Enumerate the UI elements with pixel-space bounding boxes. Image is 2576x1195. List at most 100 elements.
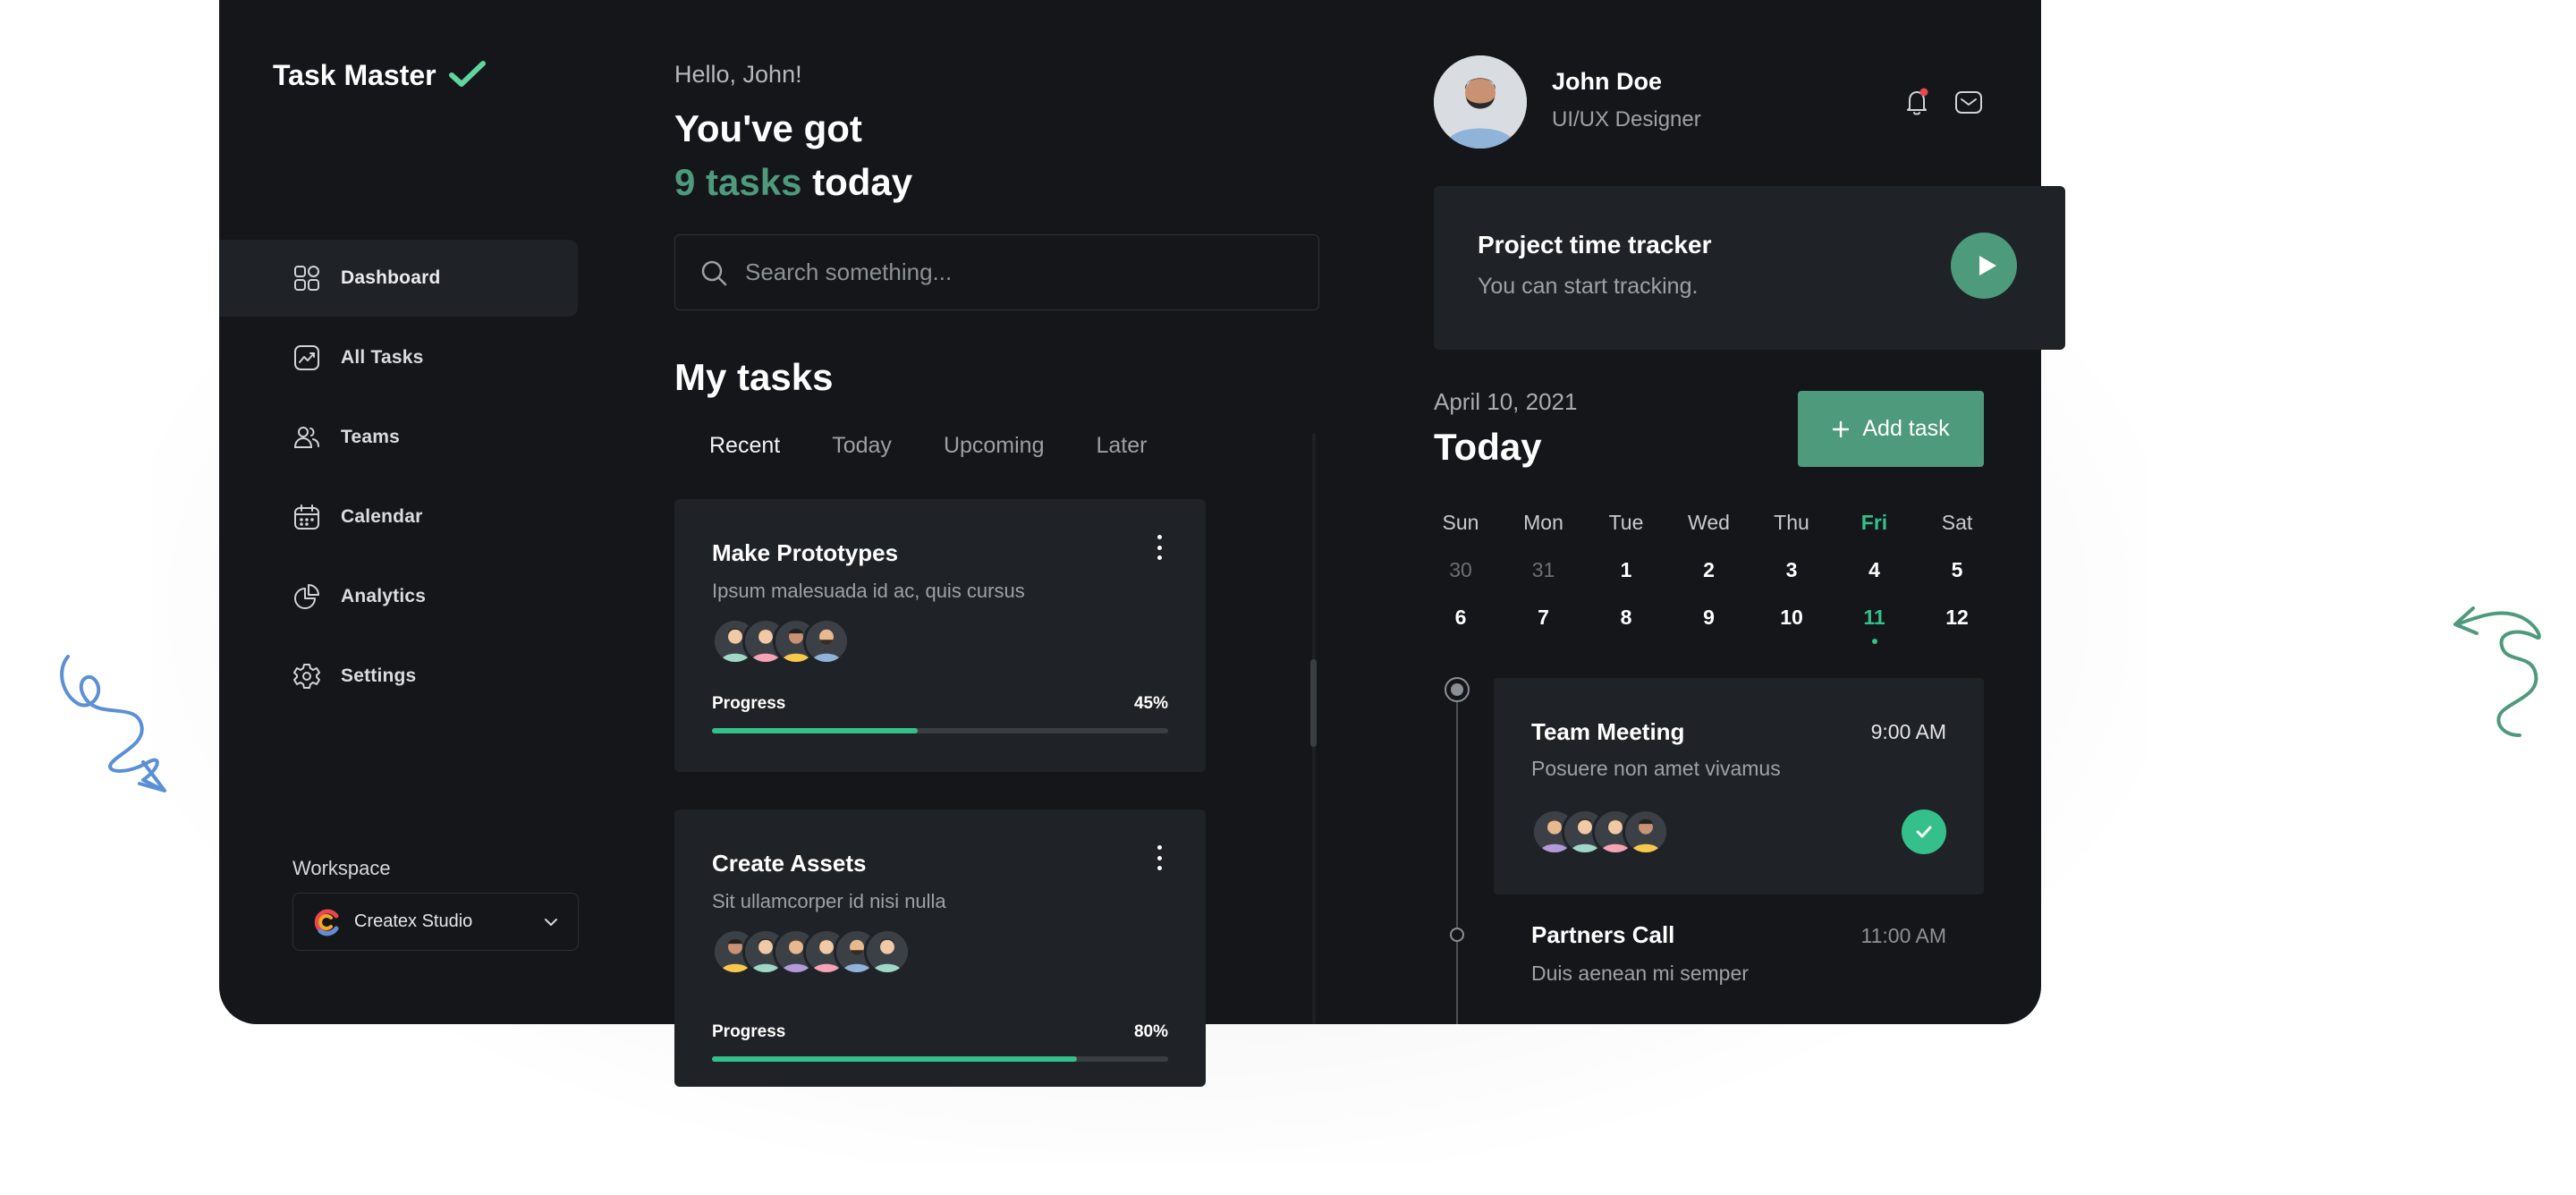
sidebar-item-analytics[interactable]: Analytics — [219, 558, 578, 635]
sidebar-item-label: Calendar — [341, 506, 423, 527]
timeline-marker — [1450, 928, 1464, 942]
calendar-day[interactable]: 12 — [1930, 603, 1984, 650]
dashboard-grid-icon — [292, 264, 321, 292]
calendar-day[interactable]: 1 — [1599, 555, 1653, 603]
profile-name: John Doe — [1552, 68, 1663, 95]
mail-icon[interactable] — [1953, 86, 1985, 118]
squiggle-arrow-right-decoration — [2453, 606, 2541, 737]
week-calendar: Sun Mon Tue Wed Thu Fri Sat 30 31 1 2 3 … — [1434, 508, 1984, 650]
calendar-day[interactable]: 30 — [1434, 555, 1487, 603]
sidebar-item-calendar[interactable]: Calendar — [219, 479, 578, 555]
avatar — [864, 928, 911, 975]
add-task-button[interactable]: Add task — [1798, 391, 1984, 467]
check-logo-icon — [448, 60, 486, 87]
task-description: Sit ullamcorper id nisi nulla — [712, 890, 946, 912]
sidebar-item-teams[interactable]: Teams — [219, 399, 578, 476]
plus-icon — [1833, 420, 1850, 437]
event-description: Duis aenean mi semper — [1531, 962, 1749, 985]
calendar-day[interactable]: 2 — [1682, 555, 1736, 603]
avatar — [803, 618, 850, 665]
today-heading: Today — [1434, 426, 1542, 468]
sidebar-item-label: Dashboard — [341, 267, 441, 288]
calendar-day[interactable]: 8 — [1599, 603, 1653, 650]
tab-later[interactable]: Later — [1097, 433, 1148, 459]
event-time: 9:00 AM — [1870, 720, 1946, 743]
calendar-day[interactable]: 3 — [1765, 555, 1818, 603]
users-icon — [292, 423, 321, 452]
sidebar-item-all-tasks[interactable]: All Tasks — [219, 319, 578, 396]
calendar-day[interactable]: 4 — [1848, 555, 1902, 603]
workspace-label: Workspace — [292, 857, 391, 879]
add-task-label: Add task — [1862, 416, 1950, 441]
tab-upcoming[interactable]: Upcoming — [944, 433, 1045, 459]
weekday-label-selected: Fri — [1860, 511, 1888, 534]
weekday-label: Mon — [1523, 511, 1563, 534]
avatar — [1623, 809, 1669, 855]
headline-line-1: You've got — [674, 107, 862, 149]
event-title: Team Meeting — [1531, 718, 1685, 745]
calendar-day[interactable]: 5 — [1930, 555, 1984, 603]
progress-value: 80% — [1133, 1022, 1168, 1041]
search-icon — [701, 260, 727, 285]
task-description: Ipsum malesuada id ac, quis cursus — [712, 580, 1025, 602]
sidebar-item-settings[interactable]: Settings — [219, 638, 578, 715]
start-tracking-button[interactable] — [1951, 233, 2017, 299]
week-row: 30 31 1 2 3 4 5 — [1434, 555, 1984, 603]
app-logo: Task Master — [273, 59, 487, 92]
calendar-day[interactable]: 6 — [1434, 603, 1487, 650]
event-description: Posuere non amet vivamus — [1531, 757, 1781, 780]
calendar-day[interactable]: 9 — [1682, 603, 1736, 650]
time-tracker-card: Project time tracker You can start track… — [1434, 186, 2065, 350]
sidebar-item-label: Analytics — [341, 586, 427, 606]
notification-bell-icon[interactable] — [1901, 86, 1933, 118]
search-input[interactable] — [745, 258, 1282, 286]
week-row: 6 7 8 9 10 11 12 — [1434, 603, 1984, 650]
calendar-day[interactable]: 7 — [1517, 603, 1571, 650]
workspace-select[interactable]: Createx Studio — [292, 893, 579, 951]
schedule-timeline — [1445, 677, 1470, 1024]
more-options-icon[interactable] — [1150, 842, 1168, 874]
timeline-marker-current — [1445, 677, 1470, 702]
progress-label: Progress — [712, 1022, 786, 1041]
task-card-footer: Progress 80% — [674, 1022, 1206, 1087]
calendar-day-selected[interactable]: 11 — [1848, 603, 1902, 650]
greeting-text: Hello, John! — [674, 61, 802, 88]
event-done-check-icon[interactable] — [1902, 809, 1946, 854]
progress-bar — [712, 1056, 1168, 1062]
tasks-headline: You've got 9 tasks today — [674, 102, 912, 209]
app-content: Task Master Dashboard All Tasks Teams Ca… — [219, 0, 2041, 1024]
calendar-day[interactable]: 10 — [1765, 603, 1818, 650]
weekday-label: Tue — [1608, 511, 1644, 534]
app-window: Task Master Dashboard All Tasks Teams Ca… — [219, 0, 2065, 1087]
progress-value: 45% — [1133, 694, 1168, 713]
search-box[interactable] — [674, 234, 1319, 310]
tab-today[interactable]: Today — [832, 433, 892, 459]
tab-recent[interactable]: Recent — [709, 433, 780, 459]
task-list-scrollbar-thumb[interactable] — [1310, 659, 1317, 747]
event-title: Partners Call — [1531, 921, 1675, 948]
sidebar-item-label: All Tasks — [341, 347, 424, 368]
task-card[interactable]: Create Assets Sit ullamcorper id nisi nu… — [674, 809, 1206, 1024]
more-options-icon[interactable] — [1150, 531, 1168, 564]
task-members — [712, 928, 911, 975]
squiggle-arrow-left-decoration — [60, 655, 166, 792]
event-members — [1531, 809, 1669, 855]
sidebar-item-label: Settings — [341, 665, 417, 686]
sidebar-item-dashboard[interactable]: Dashboard — [219, 240, 578, 317]
task-title: Make Prototypes — [712, 539, 899, 566]
task-card[interactable]: Make Prototypes Ipsum malesuada id ac, q… — [674, 499, 1206, 772]
event-card[interactable]: Team Meeting 9:00 AM Posuere non amet vi… — [1494, 678, 1984, 894]
headline-line-2: 9 tasks today — [674, 156, 912, 209]
sidebar-nav: Dashboard All Tasks Teams Calendar Analy… — [219, 240, 578, 717]
chart-line-icon — [292, 343, 321, 372]
current-date: April 10, 2021 — [1434, 388, 1578, 415]
pie-chart-icon — [292, 582, 321, 611]
weekday-label: Sat — [1941, 511, 1973, 534]
my-tasks-heading: My tasks — [674, 356, 834, 398]
calendar-day[interactable]: 31 — [1517, 555, 1571, 603]
profile-avatar[interactable] — [1434, 55, 1527, 148]
progress-fill — [712, 1056, 1077, 1062]
play-icon — [1979, 256, 1996, 275]
headline-suffix: today — [812, 161, 913, 203]
weekday-label: Wed — [1688, 511, 1730, 534]
